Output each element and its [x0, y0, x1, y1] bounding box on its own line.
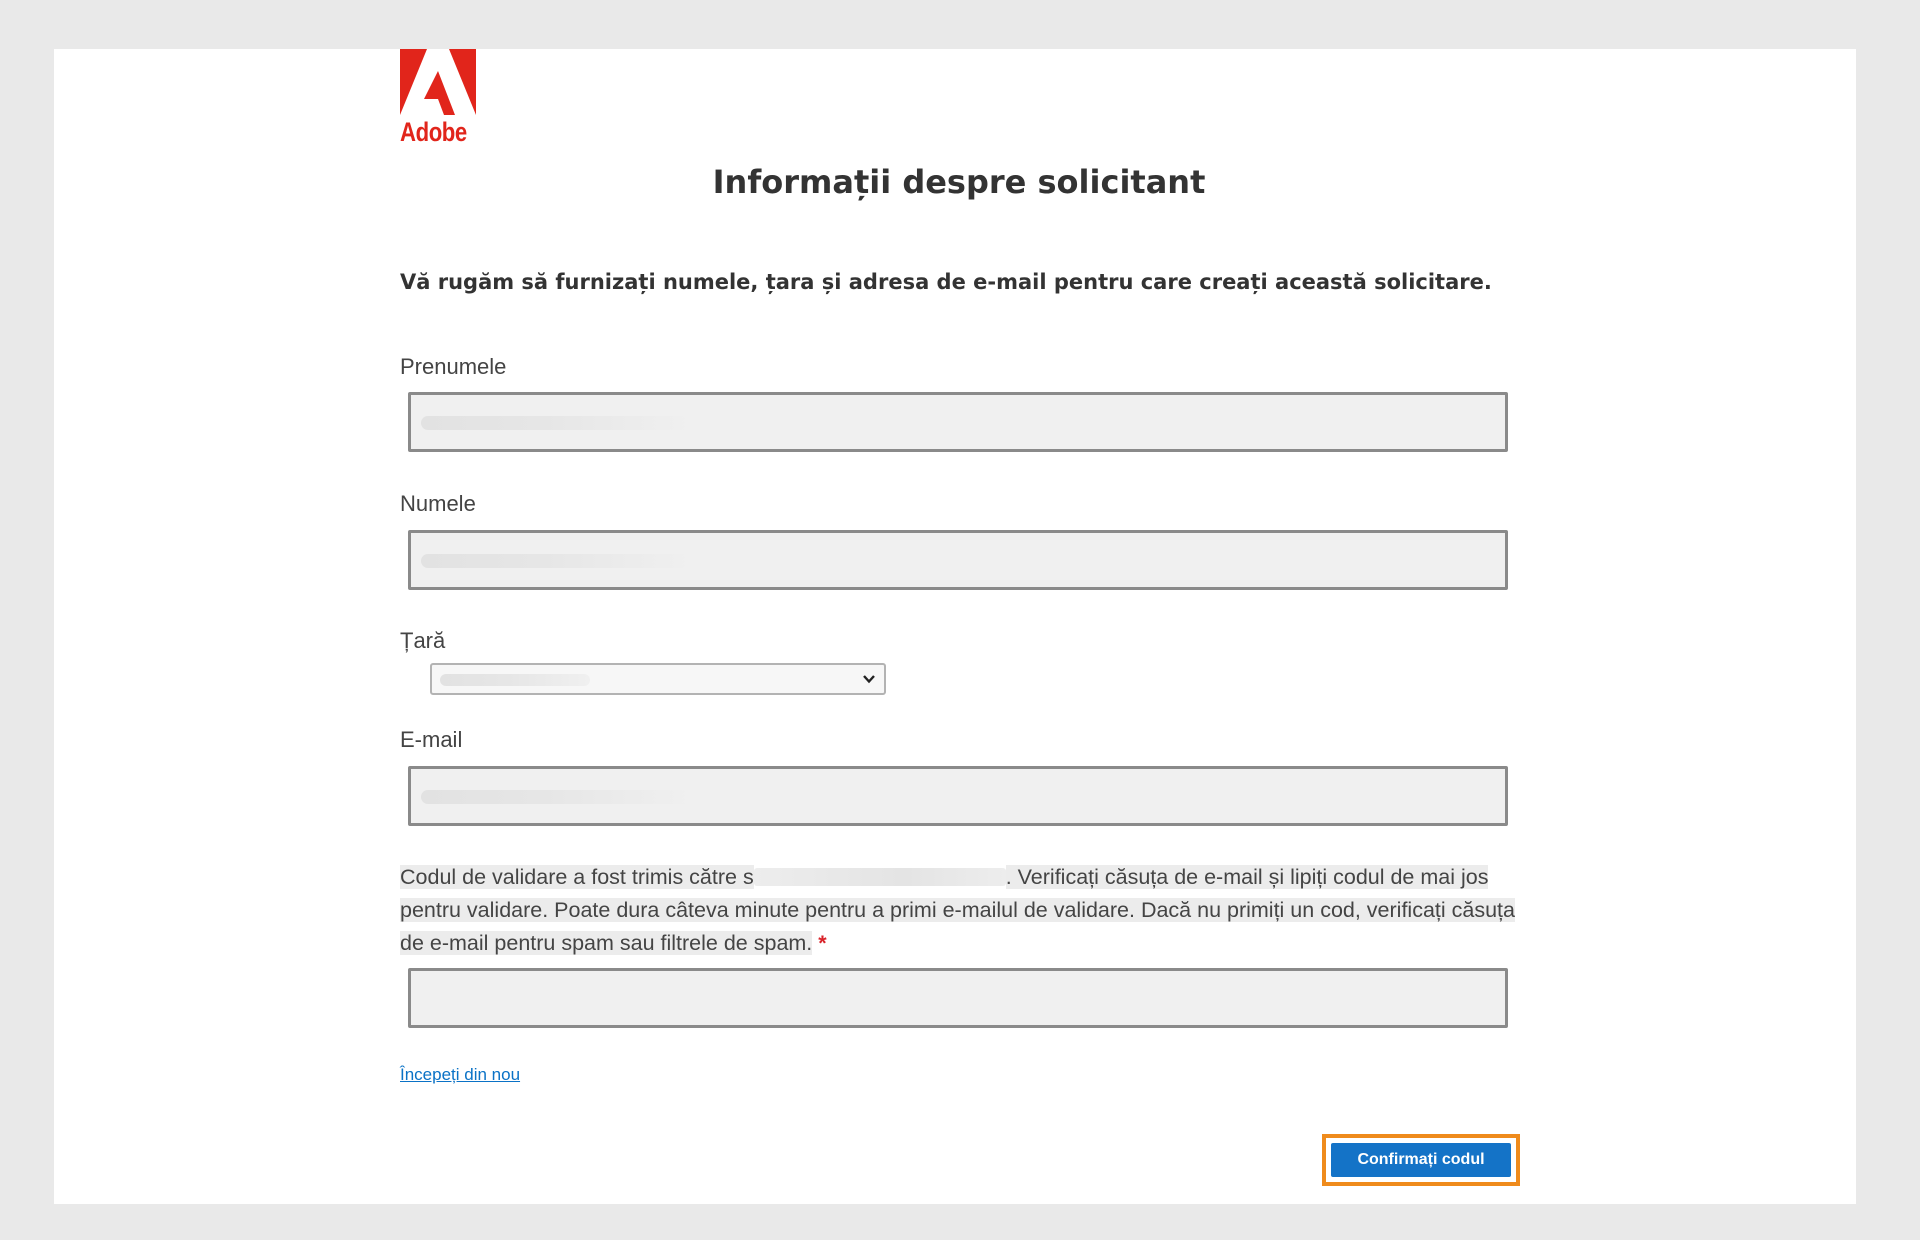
- confirm-button-highlight: Confirmați codul: [1322, 1134, 1520, 1186]
- intro-text: Vă rugăm să furnizați numele, țara și ad…: [400, 270, 1492, 294]
- country-label: Țară: [400, 628, 446, 653]
- start-over-link[interactable]: Începeți din nou: [400, 1065, 520, 1085]
- adobe-a-icon: [400, 49, 476, 115]
- email-input[interactable]: [408, 766, 1508, 826]
- country-select[interactable]: [430, 663, 886, 695]
- redacted-value: [421, 554, 693, 568]
- redacted-value: [421, 790, 693, 804]
- first-name-input[interactable]: [408, 392, 1508, 452]
- required-marker: *: [818, 931, 827, 955]
- page-container: Adobe Informații despre solicitant Vă ru…: [54, 49, 1856, 1204]
- validation-text-partial: s: [742, 865, 754, 889]
- validation-code-input[interactable]: [408, 968, 1508, 1028]
- email-label: E-mail: [400, 727, 463, 752]
- first-name-label: Prenumele: [400, 354, 507, 379]
- page-title: Informații despre solicitant: [712, 163, 1206, 201]
- validation-instructions: Codul de validare a fost trimis către s.…: [400, 861, 1515, 960]
- adobe-logo-text: Adobe: [400, 117, 467, 147]
- confirm-code-button[interactable]: Confirmați codul: [1331, 1143, 1511, 1177]
- redacted-value: [421, 416, 693, 430]
- last-name-label: Numele: [400, 491, 476, 516]
- validation-text-before: Codul de validare a fost trimis către: [400, 865, 743, 889]
- redacted-email: [753, 868, 1006, 886]
- adobe-logo: Adobe: [400, 49, 478, 149]
- last-name-input[interactable]: [408, 530, 1508, 590]
- redacted-value: [440, 674, 590, 686]
- chevron-down-icon: [863, 675, 875, 684]
